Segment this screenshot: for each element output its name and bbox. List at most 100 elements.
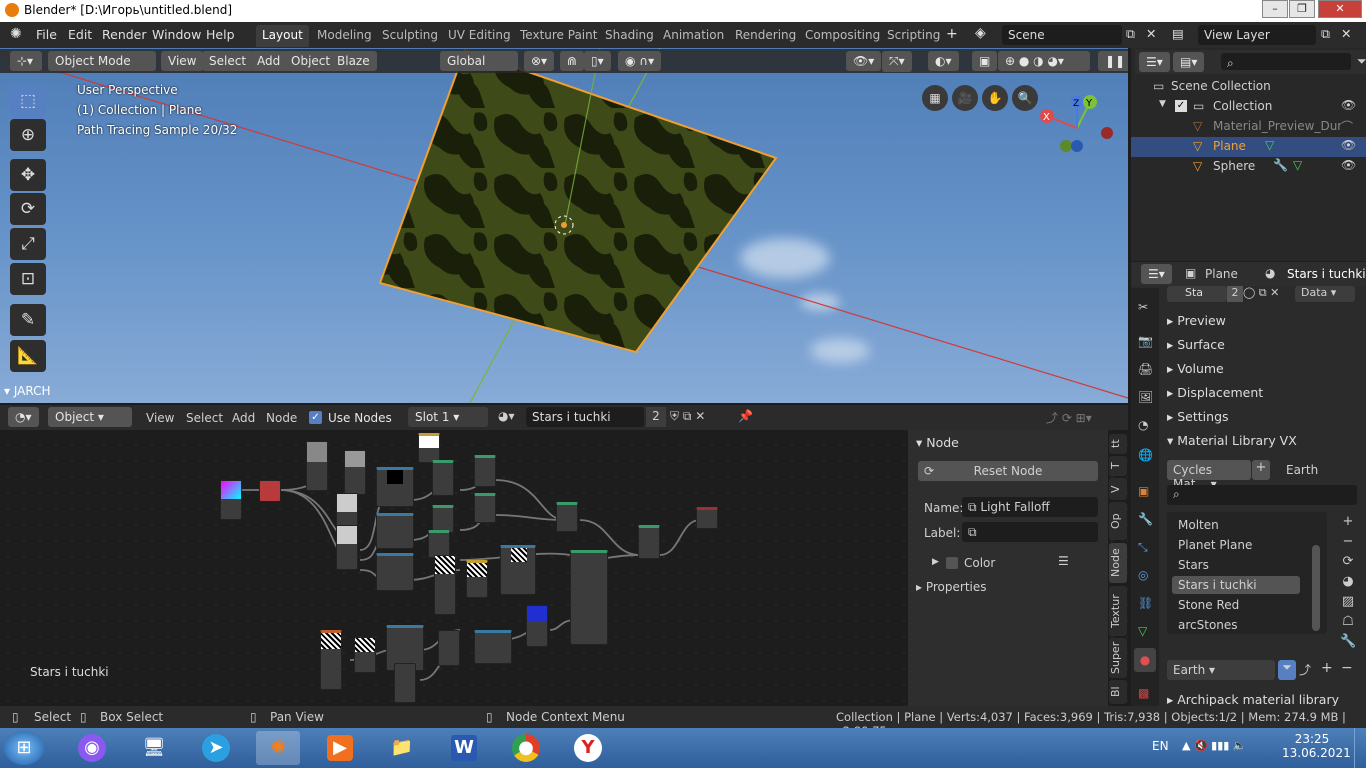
light-falloff-node[interactable] [418,433,440,463]
principled-bsdf-node[interactable] [570,550,608,645]
wrench-icon[interactable]: 🔧 [1340,632,1356,652]
language-indicator[interactable]: EN [1152,739,1169,753]
list-item[interactable]: Molten [1178,518,1219,532]
node[interactable] [434,555,456,615]
minimize-button[interactable]: – [1262,0,1288,18]
new-scene-icon[interactable]: ⧉ [1126,26,1135,42]
slot-select[interactable]: Slot 1 ▾ [408,407,488,427]
node[interactable] [336,525,358,570]
tab-shading[interactable]: Shading [599,25,660,47]
jarch-panel-tab[interactable]: ▾ JARCH [4,384,51,398]
texture-tab-icon[interactable]: ▩ [1138,686,1149,700]
color-presets-icon[interactable]: ☰ [1058,554,1069,568]
monitor-app-icon[interactable]: 🖥 [132,731,176,765]
modifier-tab-icon[interactable]: 🔧 [1138,512,1153,526]
sidebar-tab-v[interactable]: V [1109,478,1127,500]
visibility-icon[interactable]: 👁▾ [846,51,882,71]
snap-icon[interactable]: ⋒ [560,51,585,71]
tab-layout[interactable]: Layout [256,25,309,47]
reset-node-button[interactable]: ⟳ Reset Node [918,461,1098,481]
category-select[interactable]: Earth ▾ [1167,660,1275,680]
image-icon[interactable]: ▨ [1340,592,1356,612]
proportional-edit-icon[interactable]: ◉ ∩▾ [618,51,662,71]
view-layer-field[interactable]: View Layer [1198,25,1316,45]
mode-select[interactable]: Object Mode [48,51,156,71]
sidebar-tab-textur[interactable]: Textur [1109,586,1127,636]
snap-target-icon[interactable]: ▯▾ [584,51,611,71]
3d-viewport[interactable]: ⊹▾ Object Mode View Select Add Object Bl… [0,48,1128,403]
node[interactable] [320,630,342,690]
gizmo-icon[interactable]: ⤧▾ [882,51,912,72]
new-view-layer-icon[interactable]: ⧉ [1321,26,1330,42]
maximize-button[interactable]: ❐ [1289,0,1315,18]
outliner-editor-type-icon[interactable]: ☰▾ [1139,52,1170,72]
clock[interactable]: 23:25 13.06.2021 [1282,732,1351,760]
navigation-gizmo[interactable]: X Y Z [1035,88,1115,158]
transform-tool-icon[interactable]: ⊡ [10,263,46,295]
render-tab-icon[interactable]: 📷 [1138,334,1153,348]
node[interactable] [638,525,660,559]
node[interactable] [500,545,536,595]
node-menu-node[interactable]: Node [266,411,297,425]
xray-icon[interactable]: ▣ [972,51,998,71]
annotate-tool-icon[interactable]: ✎ [10,304,46,336]
sidebar-properties-section[interactable]: ▸ Properties [916,580,987,594]
filter-active-icon[interactable]: ⏷ [1278,660,1296,680]
remove-view-layer-icon[interactable]: ✕ [1341,26,1351,41]
library-select[interactable]: Cycles Mat... ▾ [1167,460,1251,491]
use-nodes-checkbox[interactable]: ✓ [309,411,322,424]
list-item[interactable]: Stone Red [1178,598,1239,612]
link-select[interactable]: Data ▾ [1295,286,1355,302]
remove-item-icon[interactable]: − [1340,532,1356,552]
select-box-tool-icon[interactable]: ⬚ [10,85,46,117]
viewport-menu-view[interactable]: View [161,51,204,71]
tab-rendering[interactable]: Rendering [729,25,802,47]
node[interactable] [220,480,242,520]
node-menu-select[interactable]: Select [186,411,223,425]
list-item[interactable]: Planet Plane [1178,538,1252,552]
move-tool-icon[interactable]: ✥ [10,159,46,191]
measure-tool-icon[interactable]: 📐 [10,340,46,372]
file-explorer-icon[interactable]: 📁 [380,731,424,765]
world-tab-icon[interactable]: 🌐 [1138,448,1153,462]
node[interactable] [354,637,376,673]
node-label-input[interactable]: ⧉ [962,522,1098,542]
material-output-node[interactable] [696,507,718,529]
media-player-icon[interactable]: ▶ [318,731,362,765]
list-item-selected[interactable]: Stars i tuchki [1172,576,1300,594]
node[interactable] [432,505,454,533]
library-search-input[interactable]: ⌕ [1167,485,1357,505]
alice-icon[interactable]: ◉ [70,731,114,765]
scene-name-field[interactable]: Scene [1002,25,1122,45]
panel-surface[interactable]: ▸ Surface [1167,337,1225,352]
node[interactable] [556,502,578,532]
output-tab-icon[interactable]: 🖨 [1138,362,1153,376]
node-editor-type-icon[interactable]: ◔▾ [8,407,39,427]
overlays-icon[interactable]: ◐▾ [928,51,959,71]
telegram-icon[interactable]: ➤ [194,731,238,765]
data-tab-icon[interactable]: ▽ [1138,624,1147,638]
camera-view-icon[interactable]: 🎥 [952,85,978,111]
material-browse-icon[interactable]: ◕▾ [498,409,515,423]
tray-icons[interactable]: ▲ 🔇 ▮▮▮ 🔈 [1182,739,1247,752]
blender-taskbar-icon[interactable]: ✺ [256,731,300,765]
node-name-input[interactable]: ⧉ Light Falloff [962,497,1098,517]
node[interactable] [344,450,366,495]
material-icon[interactable]: ◕ [1340,572,1356,592]
sidebar-node-section[interactable]: ▾ Node [916,435,959,450]
node[interactable] [474,493,496,523]
add-item-icon[interactable]: + [1340,512,1356,532]
color-expand-icon[interactable]: ▶ [932,557,939,567]
rotate-tool-icon[interactable]: ⟳ [10,193,46,225]
remove-scene-icon[interactable]: ✕ [1146,26,1156,41]
yandex-browser-icon[interactable]: Y [566,731,610,765]
blender-menu-icon[interactable]: ✺ [10,26,22,42]
menu-file[interactable]: File [36,27,57,42]
chrome-icon[interactable]: ● [504,731,548,765]
sidebar-tab-t[interactable]: T [1109,456,1127,476]
tab-animation[interactable]: Animation [657,25,730,47]
node-menu-view[interactable]: View [146,411,174,425]
outliner-row-sphere[interactable]: ▽ Sphere 🔧 ▽ 👁 [1131,157,1366,177]
viewport-menu-blaze[interactable]: Blaze [330,51,377,71]
color-checkbox[interactable] [946,557,958,569]
